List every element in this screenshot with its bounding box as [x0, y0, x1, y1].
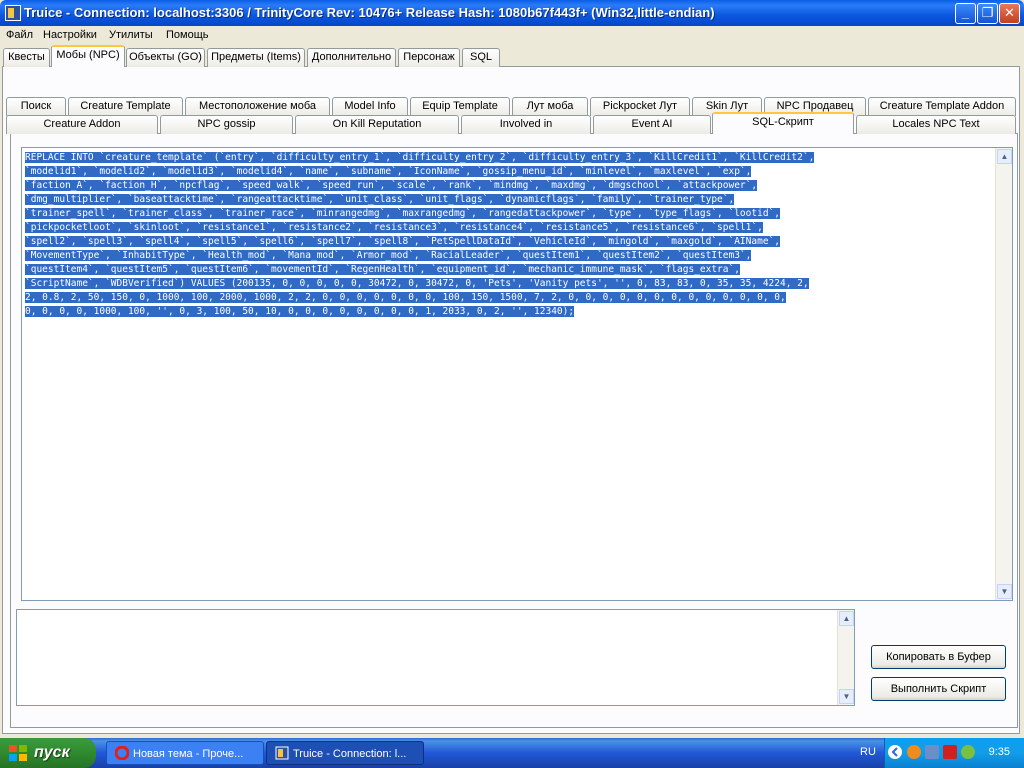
sql-scrollbar[interactable]: ▲ ▼: [995, 148, 1012, 600]
sub-tab-row-2: Creature Addon NPC gossip On Kill Reputa…: [0, 112, 1024, 134]
sql-line: `trainer_spell`, `trainer_class`, `train…: [25, 208, 780, 219]
subtab-creature-addon[interactable]: Creature Addon: [6, 115, 158, 134]
windows-logo-icon: [9, 745, 27, 761]
tab-additional[interactable]: Дополнительно: [307, 48, 396, 67]
system-tray: 9:35: [884, 738, 1024, 768]
subtab-involved-in[interactable]: Involved in: [461, 115, 591, 134]
sql-line: `spell2`, `spell3`, `spell4`, `spell5`, …: [25, 236, 780, 247]
app-window: Truice - Connection: localhost:3306 / Tr…: [0, 0, 1024, 738]
sub-tab-row-1: Поиск Creature Template Местоположение м…: [0, 96, 1024, 116]
menu-help[interactable]: Помощь: [166, 29, 209, 41]
start-button[interactable]: пуск: [0, 738, 96, 768]
menu-file[interactable]: Файл: [6, 29, 33, 41]
flower-tray-icon[interactable]: [961, 745, 975, 759]
sql-line: `MovementType`, `InhabitType`, `Health_m…: [25, 250, 752, 261]
menu-utilities[interactable]: Утилиты: [109, 29, 153, 41]
chevron-left-icon[interactable]: [888, 745, 902, 759]
scroll-down-icon[interactable]: ▼: [997, 584, 1012, 599]
scroll-up-icon[interactable]: ▲: [997, 149, 1012, 164]
browser-tray-icon[interactable]: [907, 745, 921, 759]
scroll-down-icon[interactable]: ▼: [839, 689, 854, 704]
main-tab-strip: Квесты Мобы (NPC) Объекты (GO) Предметы …: [0, 45, 1024, 67]
app-icon: [5, 5, 21, 21]
tab-gameobjects[interactable]: Объекты (GO): [126, 48, 205, 67]
title-bar[interactable]: Truice - Connection: localhost:3306 / Tr…: [0, 0, 1024, 26]
sql-line: `ScriptName`, `WDBVerified`) VALUES (200…: [25, 278, 809, 289]
sql-line: `faction_A`, `faction_H`, `npcflag`, `sp…: [25, 180, 758, 191]
opera-icon: [115, 746, 129, 760]
task-label: Truice - Connection: l...: [293, 748, 407, 760]
sql-line: 2, 0.8, 2, 50, 150, 0, 1000, 100, 2000, …: [25, 292, 786, 303]
execute-script-button[interactable]: Выполнить Скрипт: [871, 677, 1006, 701]
subtab-locales-npc-text[interactable]: Locales NPC Text: [856, 115, 1016, 134]
tab-items[interactable]: Предметы (Items): [207, 48, 305, 67]
menu-bar: Файл Настройки Утилиты Помощь: [0, 26, 1024, 45]
minimize-button[interactable]: _: [955, 3, 976, 24]
subtab-sql-script[interactable]: SQL-Скрипт: [712, 112, 854, 134]
shield-icon[interactable]: [943, 745, 957, 759]
sql-line: `questItem4`, `questItem5`, `questItem6`…: [25, 264, 740, 275]
clock: 9:35: [988, 746, 1010, 758]
language-indicator[interactable]: RU: [860, 746, 876, 758]
start-label: пуск: [34, 744, 70, 761]
tab-quests[interactable]: Квесты: [3, 48, 50, 67]
sql-script-text: REPLACE INTO `creature_template` (`entry…: [25, 151, 993, 319]
taskbar: пуск Новая тема - Проче... Truice - Conn…: [0, 738, 1024, 768]
menu-settings[interactable]: Настройки: [43, 29, 97, 41]
output-scrollbar[interactable]: ▲ ▼: [837, 610, 854, 705]
subtab-on-kill-reputation[interactable]: On Kill Reputation: [295, 115, 459, 134]
task-label: Новая тема - Проче...: [133, 748, 244, 760]
tab-npc[interactable]: Мобы (NPC): [51, 45, 125, 67]
close-button[interactable]: ✕: [999, 3, 1020, 24]
output-textarea[interactable]: ▲ ▼: [16, 609, 855, 706]
tab-sql[interactable]: SQL: [462, 48, 500, 67]
sql-line: `pickpocketloot`, `skinloot`, `resistanc…: [25, 222, 763, 233]
truice-icon: [275, 746, 289, 760]
sql-script-textarea[interactable]: REPLACE INTO `creature_template` (`entry…: [21, 147, 1013, 601]
sql-line: `dmg_multiplier`, `baseattacktime`, `ran…: [25, 194, 735, 205]
sql-line: REPLACE INTO `creature_template` (`entry…: [25, 152, 815, 163]
network-tray-icon[interactable]: [925, 745, 939, 759]
sql-line: 0, 0, 0, 0, 1000, 100, '', 0, 3, 100, 50…: [25, 306, 575, 317]
tab-character[interactable]: Персонаж: [398, 48, 460, 67]
copy-to-clipboard-button[interactable]: Копировать в Буфер: [871, 645, 1006, 669]
window-title: Truice - Connection: localhost:3306 / Tr…: [24, 5, 715, 20]
taskbar-truice-window[interactable]: Truice - Connection: l...: [266, 741, 424, 765]
scroll-up-icon[interactable]: ▲: [839, 611, 854, 626]
subtab-npc-gossip[interactable]: NPC gossip: [160, 115, 293, 134]
sql-line: `modelid1`, `modelid2`, `modelid3`, `mod…: [25, 166, 752, 177]
maximize-button[interactable]: ❐: [977, 3, 998, 24]
subtab-event-ai[interactable]: Event AI: [593, 115, 711, 134]
taskbar-opera-window[interactable]: Новая тема - Проче...: [106, 741, 264, 765]
